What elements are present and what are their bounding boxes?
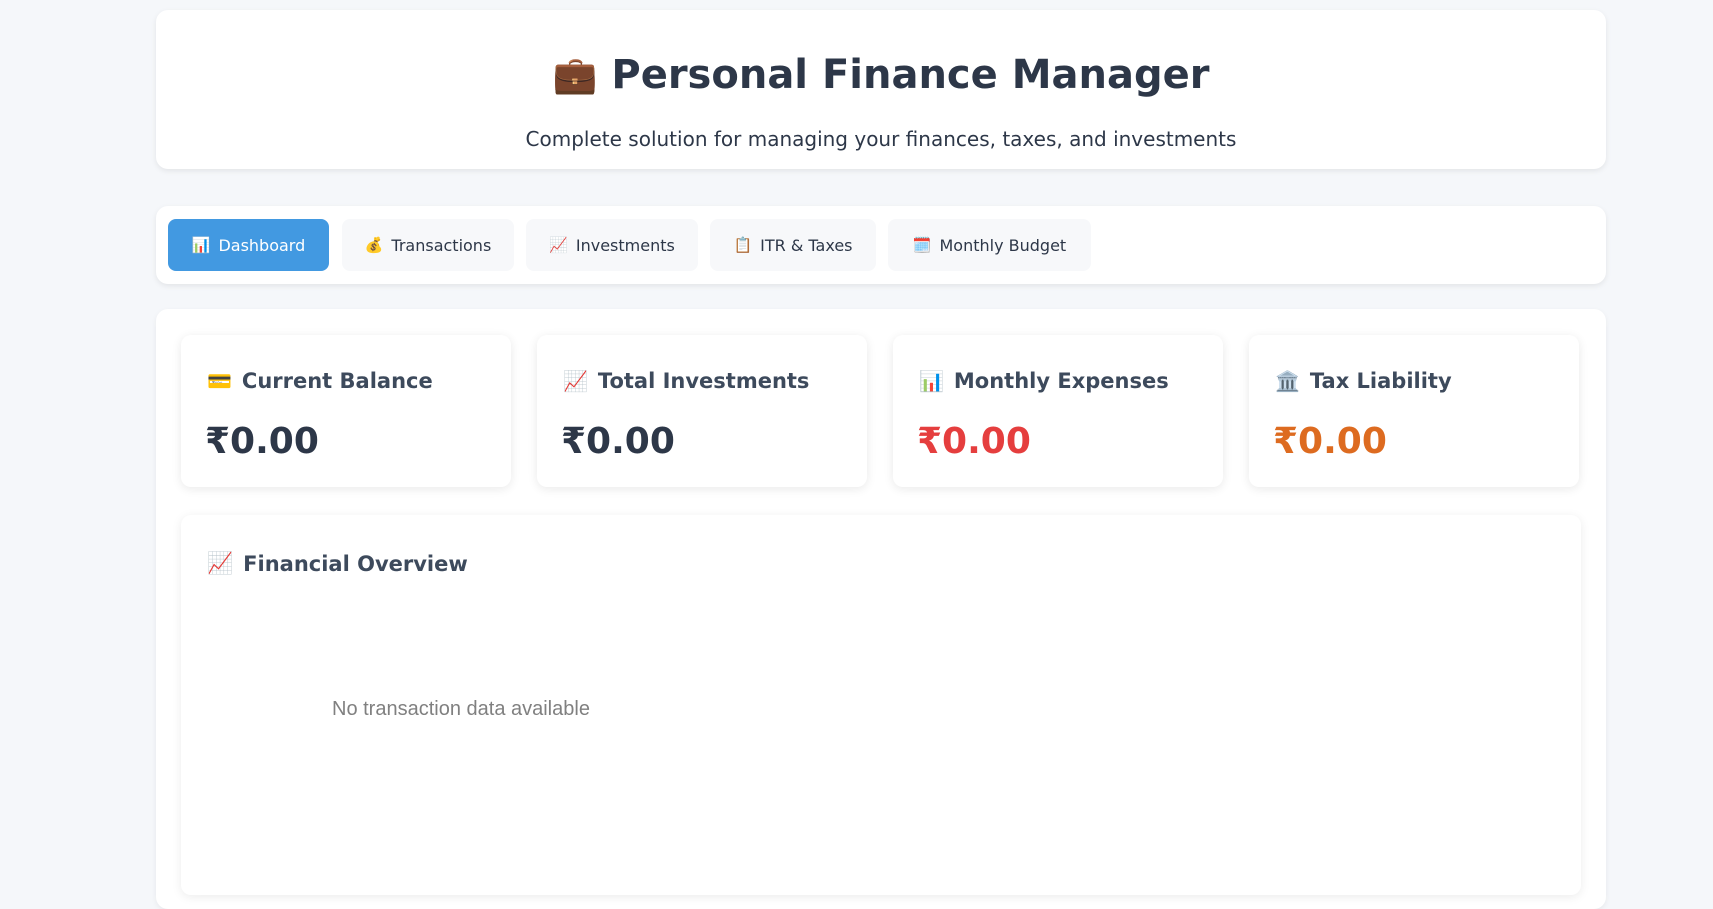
- card-title: 🏛️ Tax Liability: [1275, 369, 1452, 393]
- tab-monthly-budget[interactable]: 🗓️ Monthly Budget: [888, 219, 1091, 271]
- card-value: ₹0.00: [205, 421, 319, 462]
- trending-up-icon: 📈: [563, 369, 588, 393]
- overview-title: 📈 Financial Overview: [207, 551, 468, 576]
- clipboard-icon: 📋: [733, 236, 753, 254]
- financial-overview-panel: 📈 Financial Overview No transaction data…: [181, 515, 1581, 895]
- calendar-icon: 🗓️: [912, 236, 932, 254]
- card-title: 📊 Monthly Expenses: [919, 369, 1169, 393]
- tab-investments[interactable]: 📈 Investments: [526, 219, 698, 271]
- card-total-investments: 📈 Total Investments ₹0.00: [537, 335, 867, 487]
- tab-label: Investments: [575, 235, 675, 255]
- page-title-text: Personal Finance Manager: [611, 52, 1210, 98]
- card-value: ₹0.00: [1273, 421, 1387, 462]
- briefcase-icon: 💼: [552, 55, 598, 96]
- tab-dashboard[interactable]: 📊 Dashboard: [168, 219, 329, 271]
- card-title-text: Tax Liability: [1309, 369, 1452, 393]
- card-title-text: Current Balance: [241, 369, 433, 393]
- app-header: 💼 Personal Finance Manager Complete solu…: [156, 10, 1606, 169]
- card-title: 💳 Current Balance: [207, 369, 433, 393]
- card-value: ₹0.00: [917, 421, 1031, 462]
- card-value: ₹0.00: [561, 421, 675, 462]
- tab-itr-taxes[interactable]: 📋 ITR & Taxes: [710, 219, 876, 271]
- bar-chart-icon: 📊: [191, 236, 211, 254]
- tab-bar: 📊 Dashboard 💰 Transactions 📈 Investments…: [156, 206, 1606, 284]
- empty-state-message: No transaction data available: [332, 698, 590, 720]
- trending-up-icon: 📈: [549, 236, 568, 254]
- card-title-text: Total Investments: [597, 369, 810, 393]
- bar-chart-icon: 📊: [919, 369, 944, 393]
- dashboard-panel: 💳 Current Balance ₹0.00 📈 Total Investme…: [156, 309, 1606, 909]
- card-title: 📈 Total Investments: [563, 369, 809, 393]
- tab-label: Transactions: [391, 235, 492, 255]
- tab-label: Dashboard: [218, 235, 306, 255]
- bank-icon: 🏛️: [1275, 369, 1300, 393]
- card-title-text: Monthly Expenses: [953, 369, 1169, 393]
- tab-transactions[interactable]: 💰 Transactions: [342, 219, 514, 271]
- tab-label: ITR & Taxes: [760, 235, 853, 255]
- card-current-balance: 💳 Current Balance ₹0.00: [181, 335, 511, 487]
- card-monthly-expenses: 📊 Monthly Expenses ₹0.00: [893, 335, 1223, 487]
- trending-up-icon: 📈: [207, 551, 234, 575]
- page-title: 💼 Personal Finance Manager: [156, 52, 1606, 98]
- card-tax-liability: 🏛️ Tax Liability ₹0.00: [1249, 335, 1579, 487]
- tab-label: Monthly Budget: [939, 235, 1067, 255]
- money-bag-icon: 💰: [364, 236, 384, 254]
- page-subtitle: Complete solution for managing your fina…: [525, 127, 1237, 151]
- overview-title-text: Financial Overview: [243, 551, 468, 576]
- credit-card-icon: 💳: [207, 369, 232, 393]
